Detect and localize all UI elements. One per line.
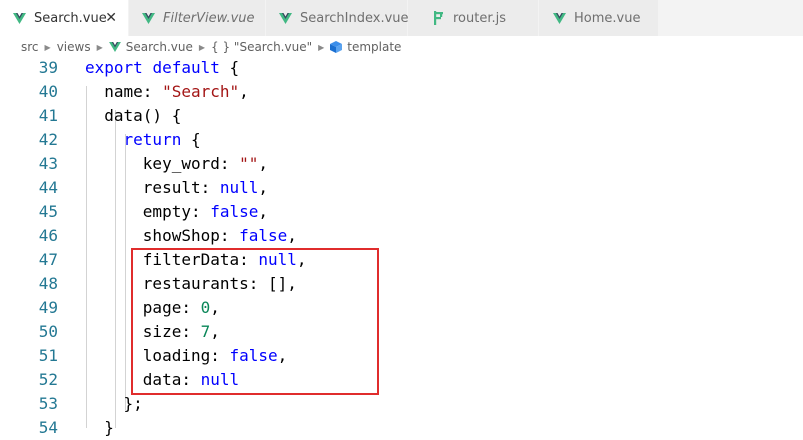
line-number: 48 (38, 274, 58, 293)
code-text: result: null, (85, 178, 269, 197)
code-text: empty: false, (85, 202, 269, 221)
breadcrumb-item-views[interactable]: views (57, 40, 91, 54)
tab-filterview-vue[interactable]: FilterView.vue (129, 0, 266, 36)
code-text: showShop: false, (85, 226, 297, 245)
line-number: 43 (38, 154, 58, 173)
line-number: 53 (38, 394, 58, 413)
tab-router-js[interactable]: router.js (408, 0, 539, 36)
breadcrumb-item-src[interactable]: src (21, 40, 39, 54)
tab-label: router.js (453, 10, 507, 26)
line-number: 51 (38, 346, 58, 365)
code-line: 47 filterData: null, (0, 248, 803, 272)
chevron-right-icon: ▶ (96, 42, 103, 52)
code-text: export default { (85, 58, 240, 77)
tab-searchindex-vue[interactable]: SearchIndex.vue (266, 0, 409, 36)
branch-icon (434, 11, 443, 25)
code-line: 40 name: "Search", (0, 80, 803, 104)
line-number: 44 (38, 178, 58, 197)
close-icon[interactable]: ✕ (105, 9, 117, 27)
line-number: 50 (38, 322, 58, 341)
code-text: return { (123, 130, 201, 149)
code-line: 45 empty: false, (0, 200, 803, 224)
code-line: 42 return { (0, 128, 803, 152)
line-number: 42 (38, 130, 58, 149)
code-line: 49 page: 0, (0, 296, 803, 320)
code-line: 53 }; (0, 392, 803, 416)
code-text: data() { (85, 106, 182, 125)
line-number: 39 (38, 58, 58, 77)
breadcrumb-item-template[interactable]: template (347, 40, 401, 54)
tab-bar: Search.vue ✕ FilterView.vue SearchIndex.… (0, 0, 803, 36)
code-line: 44 result: null, (0, 176, 803, 200)
chevron-right-icon: ▶ (44, 42, 51, 52)
vue-icon (142, 12, 155, 24)
vue-icon (108, 42, 121, 52)
vue-icon (13, 12, 26, 24)
line-number: 41 (38, 106, 58, 125)
tab-label: FilterView.vue (163, 10, 255, 26)
code-line: 46 showShop: false, (0, 224, 803, 248)
code-editor[interactable]: 39 export default {40 name: "Search", 41 d… (0, 56, 803, 437)
breadcrumb-item-file[interactable]: Search.vue (126, 40, 193, 54)
code-line: 50 size: 7, (0, 320, 803, 344)
tab-home-vue[interactable]: Home.vue (539, 0, 659, 36)
breadcrumb: src ▶ views ▶ Search.vue ▶ { } "Search.v… (0, 36, 803, 58)
line-number: 46 (38, 226, 58, 245)
chevron-right-icon: ▶ (318, 42, 325, 52)
code-line: 52 data: null (0, 368, 803, 392)
vue-icon (553, 12, 566, 24)
breadcrumb-item-module[interactable]: { } "Search.vue" (211, 40, 312, 54)
line-number: 52 (38, 370, 58, 389)
vue-icon (279, 12, 292, 24)
line-number: 47 (38, 250, 58, 269)
code-line: 39 export default { (0, 56, 803, 80)
code-text: }; (85, 394, 143, 413)
tab-search-vue[interactable]: Search.vue ✕ (0, 0, 129, 36)
highlight-box (131, 248, 379, 395)
line-number: 45 (38, 202, 58, 221)
cube-icon (330, 41, 343, 53)
chevron-right-icon: ▶ (198, 42, 206, 52)
code-line: 51 loading: false, (0, 344, 803, 368)
tab-label: Home.vue (574, 10, 641, 26)
line-number: 49 (38, 298, 58, 317)
tab-label: SearchIndex.vue (300, 10, 409, 26)
line-number: 40 (38, 82, 58, 101)
code-line: 43 key_word: "", (0, 152, 803, 176)
code-text: name: "Search", (85, 82, 249, 101)
code-line: 48 restaurants: [], (0, 272, 803, 296)
code-line: 41 data() { (0, 104, 803, 128)
line-number: 54 (38, 418, 58, 437)
code-text: key_word: "", (85, 154, 269, 173)
tab-label: Search.vue (34, 10, 107, 26)
code-line: 54 } (0, 416, 803, 440)
code-text: } (85, 418, 114, 437)
